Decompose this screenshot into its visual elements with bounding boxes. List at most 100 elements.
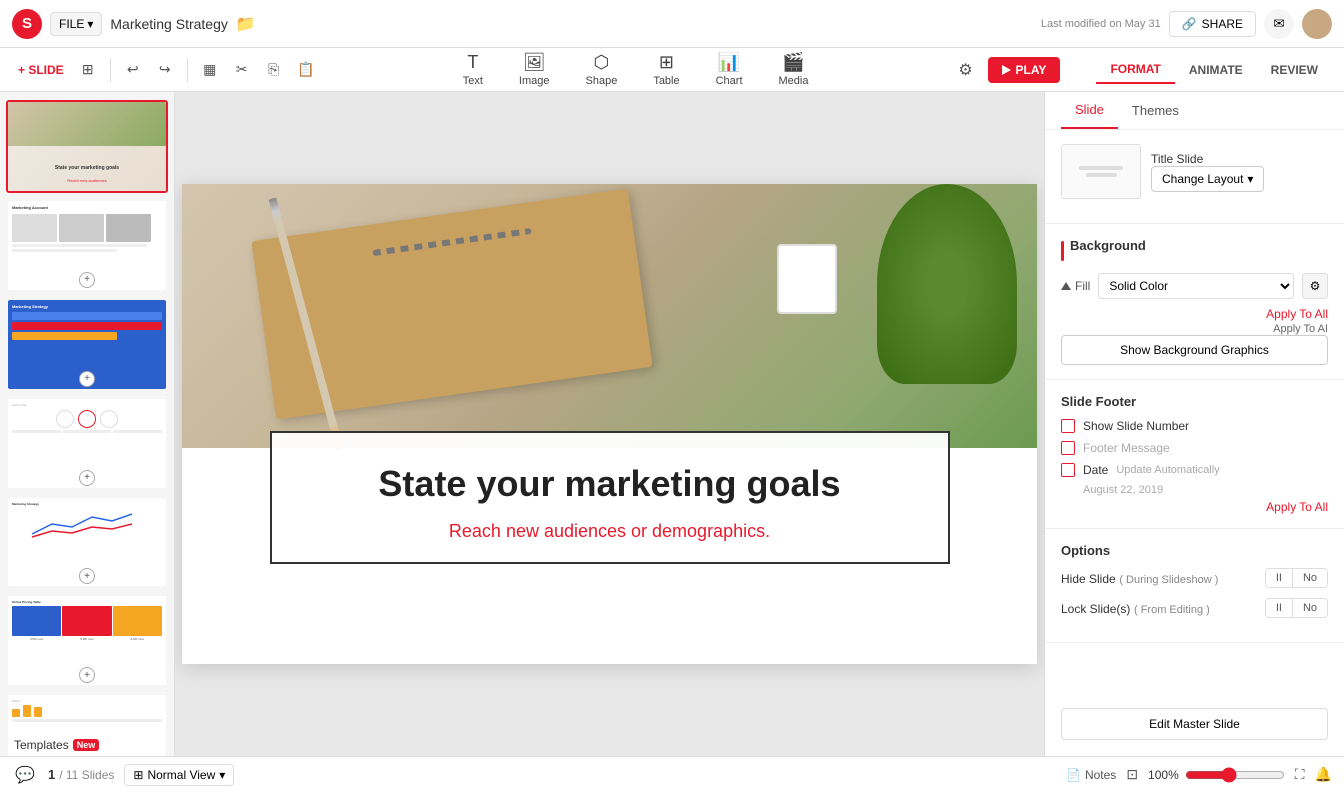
play-dropdown-button[interactable]: ▾ (1068, 57, 1088, 83)
canvas-area: State your marketing goals Reach new aud… (175, 92, 1044, 756)
apply-to-all-footer-button[interactable]: Apply To All (1266, 500, 1328, 514)
slide-background-photo (182, 184, 1037, 448)
add-slide-after-3[interactable]: + (79, 371, 95, 387)
document-title: Marketing Strategy (110, 16, 228, 32)
zoom-fullscreen-button[interactable]: ⛶ (1295, 766, 1305, 783)
tab-themes[interactable]: Themes (1118, 92, 1193, 129)
chart-icon: 📊 (718, 52, 740, 73)
tab-slide[interactable]: Slide (1061, 92, 1118, 129)
current-page-number[interactable]: 1 (48, 767, 55, 782)
footer-message-label: Footer Message (1083, 441, 1170, 455)
fill-triangle-icon[interactable] (1061, 282, 1071, 290)
apply-to-ai-button[interactable]: Apply To AI (1273, 323, 1328, 335)
show-slide-number-row: Show Slide Number (1061, 419, 1328, 433)
media-icon: 🎬 (782, 52, 804, 73)
text-icon: T (467, 52, 478, 73)
notes-button[interactable]: 📄 Notes (1066, 768, 1116, 782)
notifications-button[interactable]: ✉ (1264, 9, 1294, 39)
hide-slide-toggle-no[interactable]: No (1293, 569, 1327, 587)
add-slide-after-5[interactable]: + (79, 568, 95, 584)
layout-line-1 (1079, 166, 1122, 170)
shape-tool[interactable]: ⬡ Shape (578, 49, 626, 90)
tab-format[interactable]: FORMAT (1096, 56, 1174, 84)
chart-tool[interactable]: 📊 Chart (708, 49, 751, 90)
layout-section: Title Slide Change Layout ▾ (1045, 130, 1344, 224)
fill-select[interactable]: No FillSolid ColorGradient FillImage Fil… (1098, 273, 1294, 299)
image-icon: 🖼 (523, 52, 546, 73)
hide-slide-toggle: II No (1265, 568, 1328, 588)
text-tool[interactable]: T Text (455, 49, 491, 90)
share-button[interactable]: 🔗 SHARE (1169, 11, 1256, 37)
add-slide-button[interactable]: + SLIDE (12, 59, 70, 81)
cut-button[interactable]: ✂ (228, 56, 256, 84)
lock-slide-toggle: II No (1265, 598, 1328, 618)
top-bar: S FILE ▾ Marketing Strategy 📁 Last modif… (0, 0, 1344, 48)
lock-slide-row: Lock Slide(s) ( From Editing ) II No (1061, 598, 1328, 618)
share-icon: 🔗 (1182, 17, 1197, 31)
date-checkbox[interactable] (1061, 463, 1075, 477)
slide-layout-button[interactable]: ▦ (196, 56, 224, 84)
tab-review[interactable]: REVIEW (1257, 56, 1332, 84)
folder-icon[interactable]: 📁 (236, 14, 256, 34)
media-tool[interactable]: 🎬 Media (771, 49, 817, 90)
footer-section-title: Slide Footer (1061, 394, 1328, 409)
section-accent-line (1061, 241, 1064, 261)
slide-thumbnail-2[interactable]: Marketing Account + (6, 199, 168, 292)
slide-canvas[interactable]: State your marketing goals Reach new aud… (182, 184, 1037, 664)
redo-button[interactable]: ↪ (151, 56, 179, 84)
undo-button[interactable]: ↩ (119, 56, 147, 84)
add-slide-after-6[interactable]: + (79, 667, 95, 683)
table-tool[interactable]: ⊞ Table (645, 49, 687, 90)
chevron-down-icon: ▾ (1247, 172, 1253, 186)
apply-to-all-button[interactable]: Apply To All (1266, 307, 1328, 321)
thumb-2-text: Marketing Account (12, 205, 162, 210)
hide-slide-row: Hide Slide ( During Slideshow ) II No (1061, 568, 1328, 588)
new-badge: New (73, 739, 100, 751)
tab-animate[interactable]: ANIMATE (1175, 56, 1257, 84)
slide-thumbnail-4[interactable]: Some Title + (6, 397, 168, 490)
change-layout-button[interactable]: Change Layout ▾ (1151, 166, 1264, 192)
page-indicator: 1 / 11 Slides (48, 767, 114, 782)
zoom-section: 100% (1148, 767, 1285, 783)
hide-slide-sub: ( During Slideshow ) (1119, 574, 1218, 586)
add-slide-after-4[interactable]: + (79, 470, 95, 486)
slide-thumbnail-5[interactable]: Marketing Strategy + (6, 496, 168, 589)
footer-message-checkbox[interactable] (1061, 441, 1075, 455)
table-icon: ⊞ (659, 52, 674, 73)
apply-to-all-footer-row: Apply To All (1061, 500, 1328, 514)
slide-thumbnail-3[interactable]: Marketing Strategy + (6, 298, 168, 391)
slide-panel: 1 State your marketing goals Reach new a… (0, 92, 175, 756)
zoom-slider[interactable] (1185, 767, 1285, 783)
user-avatar[interactable] (1302, 9, 1332, 39)
lock-slide-toggle-no[interactable]: No (1293, 599, 1327, 617)
fill-label: Fill (1061, 279, 1090, 293)
notes-icon: 📄 (1066, 768, 1081, 782)
view-selector-button[interactable]: ⊞ Normal View ▾ (124, 764, 234, 786)
update-auto-text: Update Automatically (1116, 464, 1328, 476)
toolbar-separator-2 (187, 58, 188, 82)
thumb-5-text: Marketing Strategy (12, 502, 162, 506)
slide-thumbnail-6[interactable]: Online Pricing Table 3.50/ mon 5.00/ mon… (6, 594, 168, 687)
templates-button[interactable]: Templates New (6, 734, 107, 756)
fill-color-settings-button[interactable]: ⚙ (1302, 273, 1328, 299)
file-menu-button[interactable]: FILE ▾ (50, 12, 102, 36)
lock-slide-toggle-ii[interactable]: II (1266, 599, 1293, 617)
hide-slide-toggle-ii[interactable]: II (1266, 569, 1293, 587)
zoom-fit-button[interactable]: ⊡ (1126, 766, 1138, 783)
image-tool[interactable]: 🖼 Image (511, 49, 558, 90)
show-slide-number-checkbox[interactable] (1061, 419, 1075, 433)
settings-button[interactable]: ⚙ (952, 56, 980, 84)
zoom-out-button[interactable]: 🔔 (1315, 766, 1332, 783)
paste-button[interactable]: 📋 (292, 56, 320, 84)
copy-button[interactable]: ⎘ (260, 56, 288, 84)
play-button[interactable]: PLAY (988, 57, 1061, 83)
edit-master-slide-button[interactable]: Edit Master Slide (1061, 708, 1328, 740)
grid-view-button[interactable]: ⊞ (74, 56, 102, 84)
show-background-graphics-button[interactable]: Show Background Graphics (1061, 335, 1328, 365)
add-slide-after-2[interactable]: + (79, 272, 95, 288)
date-label: Date (1083, 463, 1108, 477)
chat-button[interactable]: 💬 (12, 762, 38, 788)
slide-thumbnail-1[interactable]: State your marketing goals Reach new aud… (6, 100, 168, 193)
grid-view-icon: ⊞ (133, 768, 143, 782)
slide-text-box[interactable]: State your marketing goals Reach new aud… (270, 431, 950, 564)
